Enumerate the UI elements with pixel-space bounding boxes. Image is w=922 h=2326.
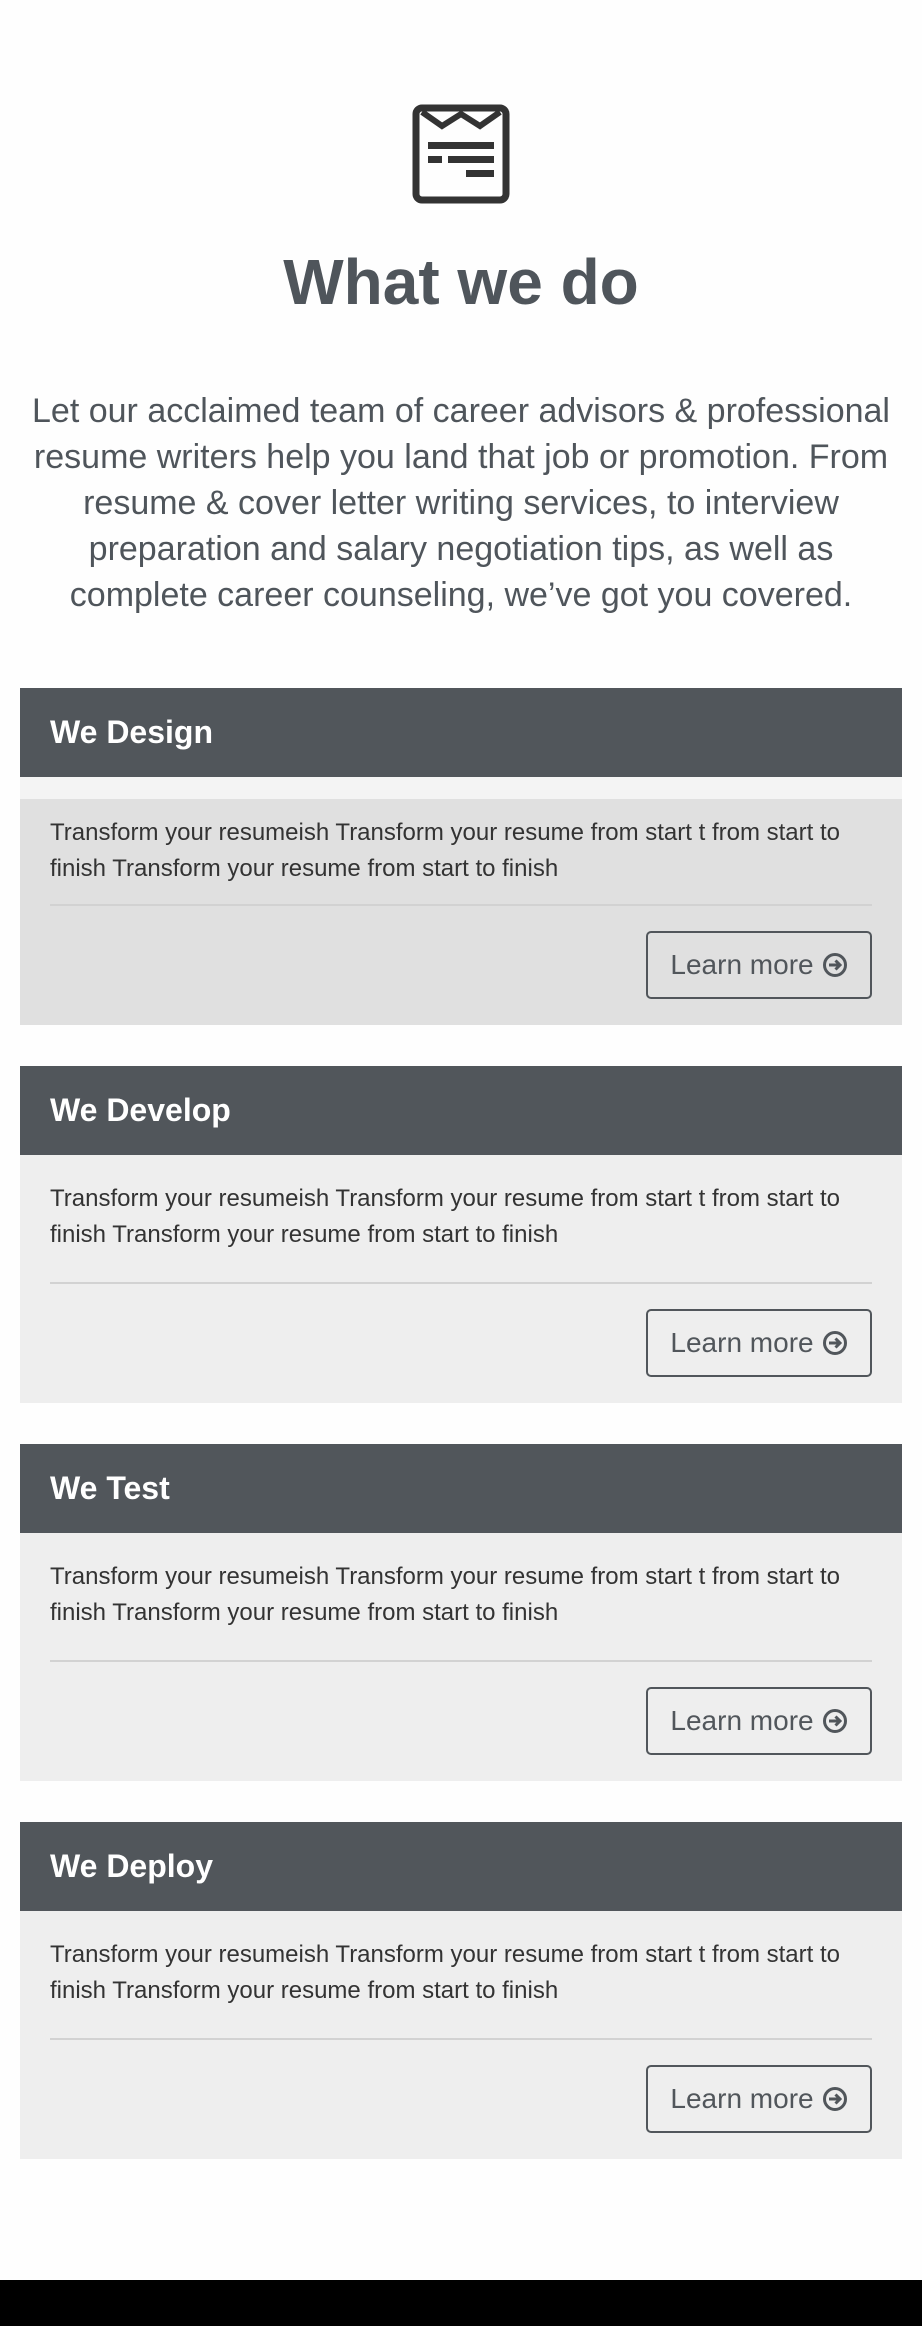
learn-more-button[interactable]: Learn more <box>646 931 872 999</box>
arrow-circle-right-icon <box>822 2087 847 2111</box>
hero-section: What we do Let our acclaimed team of car… <box>0 0 922 618</box>
card-header: We Test <box>20 1444 902 1533</box>
footer-bar <box>0 2280 922 2326</box>
card-description: Transform your resumeish Transform your … <box>50 1185 840 1248</box>
card-header: We Design <box>20 688 902 777</box>
card-title: We Develop <box>50 1092 231 1128</box>
card-divider <box>50 1660 872 1662</box>
service-cards: We Design Transform your resumeish Trans… <box>20 688 902 2200</box>
arrow-circle-right-icon <box>822 953 847 977</box>
card-description: Transform your resumeish Transform your … <box>50 819 840 882</box>
arrow-circle-right-icon <box>822 1709 847 1733</box>
card-title: We Deploy <box>50 1848 213 1884</box>
card-header: We Develop <box>20 1066 902 1155</box>
learn-more-label: Learn more <box>670 949 814 980</box>
card-title: We Test <box>50 1470 170 1506</box>
card-divider <box>50 904 872 906</box>
card-divider <box>50 1282 872 1284</box>
learn-more-button[interactable]: Learn more <box>646 2065 872 2133</box>
card-divider <box>50 2038 872 2040</box>
card-description: Transform your resumeish Transform your … <box>50 1563 840 1626</box>
learn-more-label: Learn more <box>670 2083 814 2114</box>
intro-paragraph: Let our acclaimed team of career advisor… <box>32 392 890 614</box>
service-card-develop: We Develop Transform your resumeish Tran… <box>20 1066 902 1403</box>
page: What we do Let our acclaimed team of car… <box>0 0 922 2326</box>
card-description: Transform your resumeish Transform your … <box>50 1941 840 2004</box>
learn-more-button[interactable]: Learn more <box>646 1687 872 1755</box>
arrow-circle-right-icon <box>822 1331 847 1355</box>
learn-more-label: Learn more <box>670 1327 814 1358</box>
card-header: We Deploy <box>20 1822 902 1911</box>
section-title: What we do <box>283 246 639 318</box>
resume-document-icon <box>412 104 510 204</box>
card-header-gap <box>20 777 902 799</box>
service-card-design: We Design Transform your resumeish Trans… <box>20 688 902 1025</box>
learn-more-button[interactable]: Learn more <box>646 1309 872 1377</box>
card-title: We Design <box>50 714 213 750</box>
service-card-test: We Test Transform your resumeish Transfo… <box>20 1444 902 1781</box>
service-card-deploy: We Deploy Transform your resumeish Trans… <box>20 1822 902 2159</box>
learn-more-label: Learn more <box>670 1705 814 1736</box>
